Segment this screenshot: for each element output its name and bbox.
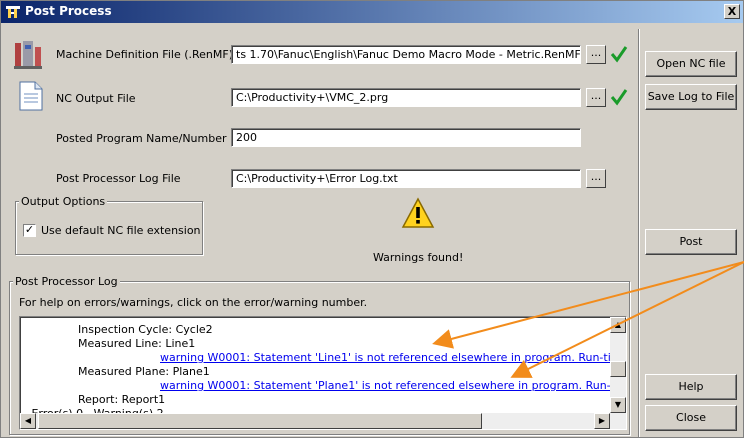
program-name-label: Posted Program Name/Number	[56, 132, 227, 145]
machine-definition-field[interactable]: ts 1.70\Fanuc\English\Fanuc Demo Macro M…	[231, 45, 581, 64]
close-button[interactable]: Close	[645, 405, 737, 431]
close-window-button[interactable]: X	[724, 4, 740, 19]
machine-definition-label: Machine Definition File (.RenMF)	[56, 48, 233, 61]
scroll-down-button[interactable]: ▼	[610, 397, 626, 413]
machine-definition-browse-button[interactable]: ...	[586, 45, 606, 64]
scroll-right-button[interactable]: ▶	[594, 413, 610, 429]
title-bar: Post Process X	[1, 1, 743, 23]
warning-link[interactable]: warning W0001: Statement 'Plane1' is not…	[160, 379, 626, 392]
nc-output-browse-button[interactable]: ...	[586, 88, 606, 107]
log-group-title: Post Processor Log	[13, 275, 120, 288]
warning-icon	[401, 197, 435, 228]
check-icon	[610, 46, 628, 63]
document-icon	[19, 81, 43, 111]
log-line: Inspection Cycle: Cycle2	[78, 323, 213, 336]
log-file-field[interactable]: C:\Productivity+\Error Log.txt	[231, 169, 581, 188]
default-extension-label: Use default NC file extension	[41, 224, 201, 237]
log-file-label: Post Processor Log File	[56, 172, 181, 185]
scroll-up-button[interactable]: ▲	[610, 317, 626, 333]
log-help-text: For help on errors/warnings, click on th…	[19, 296, 368, 309]
open-nc-file-button[interactable]: Open NC file	[645, 51, 737, 77]
log-file-browse-button[interactable]: ...	[586, 169, 606, 188]
machine-icon	[14, 41, 42, 69]
log-line: Measured Line: Line1	[78, 337, 196, 350]
default-extension-checkbox[interactable]: ✓	[23, 224, 36, 237]
vertical-scrollbar[interactable]: ▲ ▼	[610, 317, 626, 413]
post-button[interactable]: Post	[645, 229, 737, 255]
log-line: Report: Report1	[78, 393, 166, 406]
scroll-left-button[interactable]: ◀	[20, 413, 36, 429]
post-process-window: Post Process X Machine Definition File (…	[0, 0, 744, 438]
nc-output-label: NC Output File	[56, 92, 136, 105]
check-icon	[610, 89, 628, 106]
nc-output-field[interactable]: C:\Productivity+\VMC_2.prg	[231, 88, 581, 107]
horizontal-scroll-thumb[interactable]	[38, 413, 482, 429]
warning-link[interactable]: warning W0001: Statement 'Line1' is not …	[160, 351, 626, 364]
help-button[interactable]: Help	[645, 374, 737, 400]
vertical-scroll-thumb[interactable]	[610, 361, 626, 377]
save-log-button[interactable]: Save Log to File	[645, 84, 737, 110]
window-title: Post Process	[25, 4, 112, 18]
horizontal-scrollbar[interactable]: ◀ ▶	[20, 413, 626, 429]
log-line: Measured Plane: Plane1	[78, 365, 210, 378]
status-message: Warnings found!	[373, 251, 464, 264]
log-textbox[interactable]: Inspection Cycle: Cycle2 Measured Line: …	[19, 316, 627, 430]
app-icon	[6, 6, 20, 18]
program-name-field[interactable]: 200	[231, 128, 581, 147]
output-options-title: Output Options	[19, 195, 108, 208]
